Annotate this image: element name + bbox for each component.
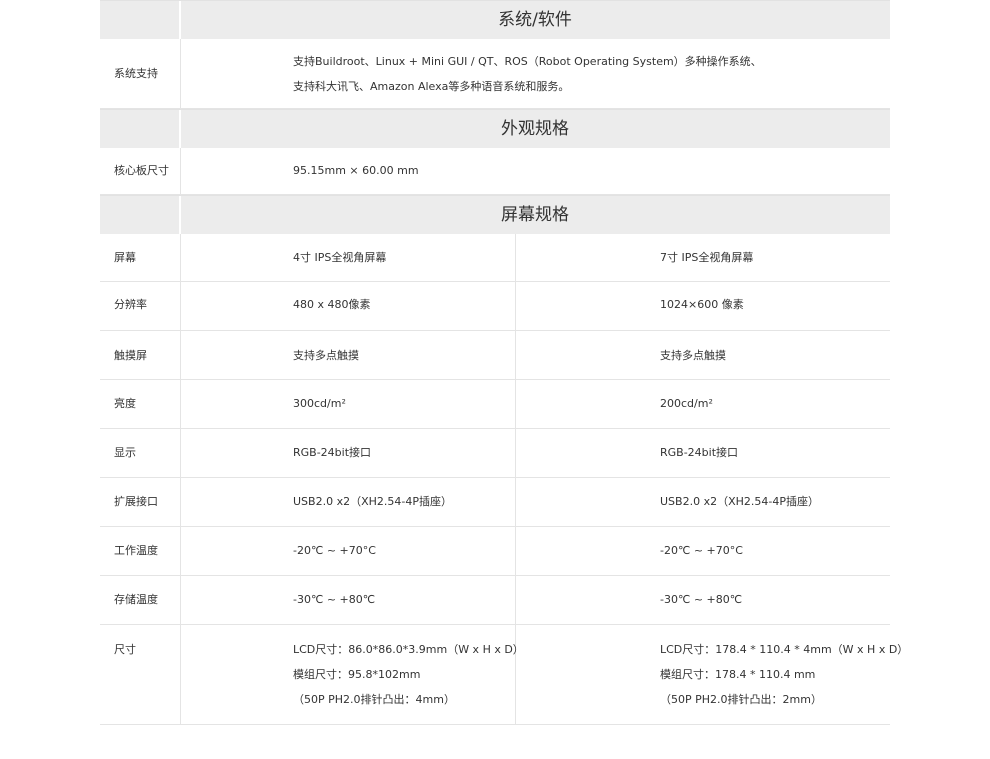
column-divider: [515, 282, 516, 330]
cell-4inch: 480 x 480像素: [293, 298, 371, 311]
row-label: 屏幕: [114, 251, 136, 264]
column-divider: [180, 234, 181, 281]
column-divider: [515, 527, 516, 575]
cell-4inch: 300cd/m²: [293, 397, 346, 410]
section-title-system: 系统/软件: [498, 10, 572, 30]
cell-7inch: USB2.0 x2（XH2.54-4P插座）: [660, 495, 819, 508]
cell-4inch: 支持多点触摸: [293, 349, 359, 362]
row-label: 触摸屏: [114, 349, 147, 362]
cell-4inch: -30℃ ~ +80℃: [293, 593, 376, 606]
row-label: 系统支持: [114, 67, 158, 80]
value-line: （50P PH2.0排针凸出：4mm）: [293, 693, 455, 706]
spec-table: 系统/软件 系统支持 支持Buildroot、Linux + Mini GUI …: [100, 0, 908, 725]
column-divider: [515, 380, 516, 428]
value-line: 模组尺寸：95.8*102mm: [293, 668, 421, 681]
column-divider: [180, 39, 181, 108]
section-title-screen: 屏幕规格: [501, 205, 569, 225]
row-system-support: 系统支持 支持Buildroot、Linux + Mini GUI / QT、R…: [100, 39, 890, 109]
column-divider: [515, 429, 516, 477]
cell-7inch: 支持多点触摸: [660, 349, 726, 362]
section-header-appearance: 外观规格: [100, 109, 890, 148]
table-row: 亮度 300cd/m² 200cd/m²: [100, 380, 890, 429]
cell-7inch: LCD尺寸：178.4 * 110.4 * 4mm（W x H x D） 模组尺…: [660, 637, 908, 712]
row-board-size: 核心板尺寸 95.15mm × 60.00 mm: [100, 148, 890, 195]
cell-4inch: 4寸 IPS全视角屏幕: [293, 251, 387, 264]
value-line: LCD尺寸：86.0*86.0*3.9mm（W x H x D）: [293, 643, 524, 656]
column-divider: [180, 380, 181, 428]
column-divider: [180, 331, 181, 379]
column-divider: [180, 478, 181, 526]
section-title-appearance: 外观规格: [501, 119, 569, 139]
value-line: 模组尺寸：178.4 * 110.4 mm: [660, 668, 816, 681]
column-divider: [180, 282, 181, 330]
value-line: 支持Buildroot、Linux + Mini GUI / QT、ROS（Ro…: [293, 55, 762, 68]
row-label: 核心板尺寸: [114, 164, 169, 177]
cell-4inch: RGB-24bit接口: [293, 446, 372, 459]
table-row: 工作温度 -20℃ ~ +70°C -20℃ ~ +70°C: [100, 527, 890, 576]
column-divider: [180, 527, 181, 575]
table-row: 显示 RGB-24bit接口 RGB-24bit接口: [100, 429, 890, 478]
table-row: 存储温度 -30℃ ~ +80℃ -30℃ ~ +80℃: [100, 576, 890, 625]
column-divider: [515, 576, 516, 624]
cell-7inch: 1024×600 像素: [660, 298, 744, 311]
value-line: LCD尺寸：178.4 * 110.4 * 4mm（W x H x D）: [660, 643, 909, 656]
column-divider: [180, 148, 181, 194]
row-label: 显示: [114, 446, 136, 459]
table-row: 尺寸 LCD尺寸：86.0*86.0*3.9mm（W x H x D） 模组尺寸…: [100, 625, 908, 725]
row-label: 分辨率: [114, 298, 147, 311]
row-label: 亮度: [114, 397, 136, 410]
table-row: 触摸屏 支持多点触摸 支持多点触摸: [100, 331, 890, 380]
row-label: 存储温度: [114, 593, 158, 606]
cell-4inch: -20℃ ~ +70°C: [293, 544, 376, 557]
cell-7inch: -30℃ ~ +80℃: [660, 593, 743, 606]
column-divider: [515, 234, 516, 281]
row-value: 支持Buildroot、Linux + Mini GUI / QT、ROS（Ro…: [293, 49, 762, 99]
column-divider: [515, 331, 516, 379]
value-line: （50P PH2.0排针凸出：2mm）: [660, 693, 822, 706]
row-label: 工作温度: [114, 544, 158, 557]
column-divider: [515, 478, 516, 526]
table-row: 屏幕 4寸 IPS全视角屏幕 7寸 IPS全视角屏幕: [100, 234, 890, 282]
section-header-system: 系统/软件: [100, 0, 890, 39]
row-value: 95.15mm × 60.00 mm: [293, 164, 419, 177]
column-divider: [180, 576, 181, 624]
cell-7inch: RGB-24bit接口: [660, 446, 739, 459]
value-line: 支持科大讯飞、Amazon Alexa等多种语音系统和服务。: [293, 80, 570, 93]
row-label: 尺寸: [114, 643, 136, 656]
column-divider: [180, 429, 181, 477]
cell-7inch: 7寸 IPS全视角屏幕: [660, 251, 754, 264]
column-divider: [180, 625, 181, 724]
table-row: 分辨率 480 x 480像素 1024×600 像素: [100, 282, 890, 331]
table-row: 扩展接口 USB2.0 x2（XH2.54-4P插座） USB2.0 x2（XH…: [100, 478, 890, 527]
section-header-screen: 屏幕规格: [100, 195, 890, 234]
cell-7inch: 200cd/m²: [660, 397, 713, 410]
cell-4inch: LCD尺寸：86.0*86.0*3.9mm（W x H x D） 模组尺寸：95…: [293, 637, 524, 712]
row-label: 扩展接口: [114, 495, 158, 508]
cell-7inch: -20℃ ~ +70°C: [660, 544, 743, 557]
cell-4inch: USB2.0 x2（XH2.54-4P插座）: [293, 495, 452, 508]
